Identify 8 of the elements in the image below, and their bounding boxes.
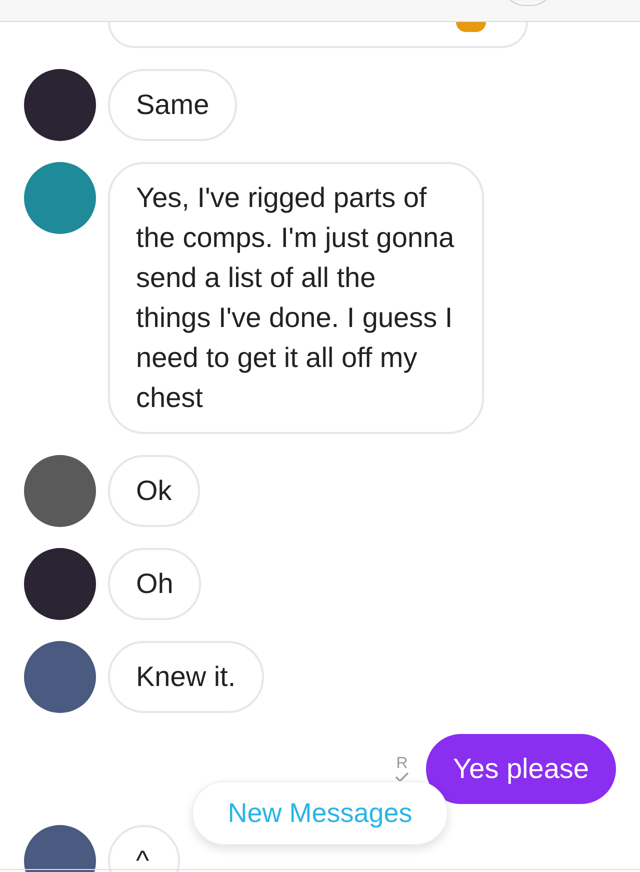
message-bubble: Yes please (426, 734, 616, 804)
message-bubble: Yes, I've rigged parts of the comps. I'm just gonna send a list of all the things I've done. I guess I need to get it all off my chest (108, 162, 484, 434)
message-bubble: Oh (108, 548, 202, 620)
message-bubble: Knew it. (108, 641, 264, 713)
new-messages-button[interactable]: New Messages (192, 781, 448, 845)
message-bubble: Ok (108, 455, 200, 527)
message-bubble: Same (108, 69, 238, 141)
message-bubble: ^ (108, 825, 180, 872)
